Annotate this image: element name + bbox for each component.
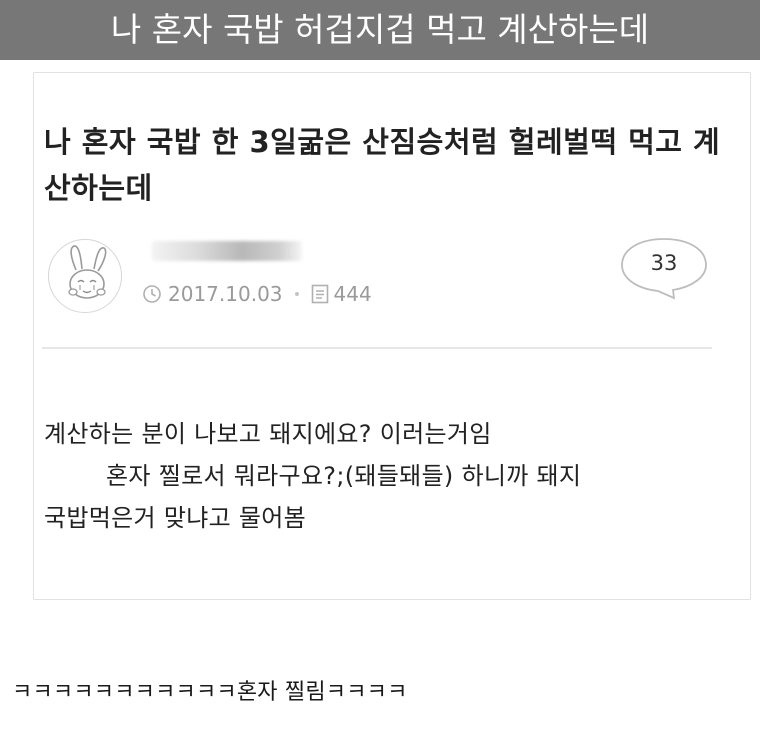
view-count: 444 bbox=[333, 282, 372, 306]
post-title: 나 혼자 국밥 한 3일굶은 산짐승처럼 헐레벌떡 먹고 계산하는데 bbox=[44, 125, 721, 205]
post-body: 계산하는 분이 나보고 돼지에요? 이러는거임 혼자 찔로서 뭐라구요?;(돼들… bbox=[44, 413, 734, 539]
meta-separator bbox=[294, 292, 299, 296]
reaction-comment: ㅋㅋㅋㅋㅋㅋㅋㅋㅋㅋㅋ혼자 찔림ㅋㅋㅋㅋ bbox=[12, 680, 408, 705]
post-divider bbox=[42, 347, 712, 349]
author-avatar[interactable] bbox=[48, 239, 122, 313]
comment-count-button[interactable]: 33 bbox=[618, 235, 710, 301]
post-card: 나 혼자 국밥 한 3일굶은 산짐승처럼 헐레벌떡 먹고 계산하는데 2017.… bbox=[33, 72, 751, 600]
body-line: 국밥먹은거 맞냐고 물어봄 bbox=[44, 504, 307, 532]
view-count-icon bbox=[311, 284, 328, 304]
clock-icon bbox=[143, 285, 161, 303]
comment-count: 33 bbox=[650, 251, 678, 275]
body-line: 계산하는 분이 나보고 돼지에요? 이러는거임 bbox=[44, 420, 492, 448]
post-date: 2017.10.03 bbox=[168, 282, 283, 306]
post-meta: 2017.10.03 444 bbox=[142, 280, 372, 308]
body-line-wrapper: 혼자 찔로서 뭐라구요?;(돼들돼들) 하니까 돼지 bbox=[44, 455, 734, 497]
body-line: 혼자 찔로서 뭐라구요?;(돼들돼들) 하니까 돼지 bbox=[106, 462, 582, 490]
screenshot-caption-banner: 나 혼자 국밥 허겁지겁 먹고 계산하는데 bbox=[0, 0, 760, 60]
author-name-redacted bbox=[152, 241, 302, 261]
bunny-avatar-icon bbox=[68, 245, 107, 299]
